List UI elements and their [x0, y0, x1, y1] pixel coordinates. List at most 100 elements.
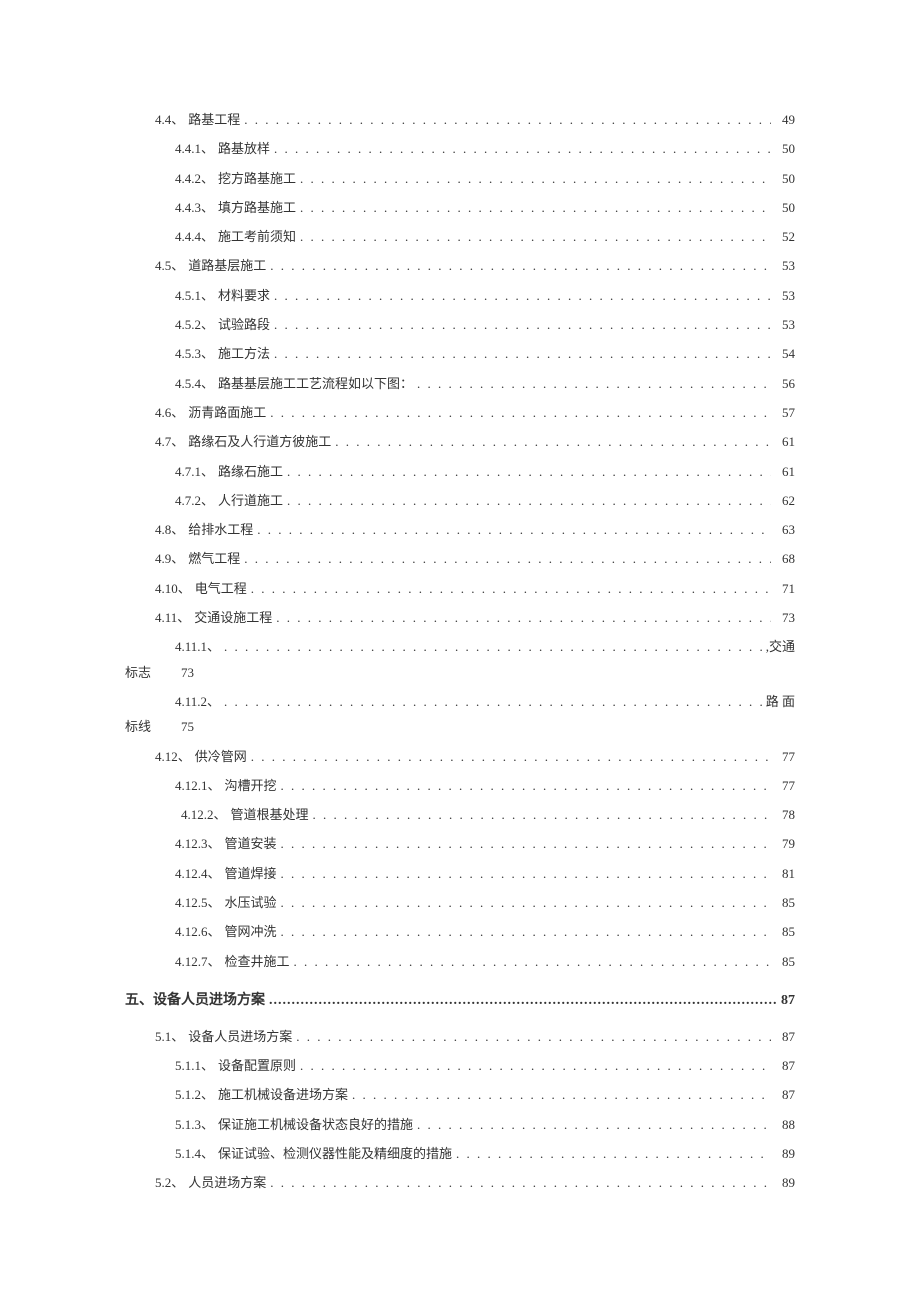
toc-entry-title: 施工机械设备进场方案 — [218, 1085, 348, 1106]
toc-dots — [300, 227, 771, 248]
toc-entry-title: 路基基层施工工艺流程如以下图： — [218, 374, 413, 395]
toc-entry-title: 材料要求 — [218, 286, 270, 307]
toc-page-number: 79 — [775, 834, 795, 855]
toc-page-number: 89 — [775, 1144, 795, 1165]
toc-entry: 4.8、给排水工程63 — [125, 520, 795, 541]
toc-entry-number: 4.5.1、 — [175, 286, 214, 307]
toc-page-number: 85 — [775, 893, 795, 914]
toc-page-number: 49 — [775, 110, 795, 131]
toc-entry: 4.7.2、人行道施工62 — [125, 491, 795, 512]
toc-entry: 4.12.2、管道根基处理78 — [125, 805, 795, 826]
toc-dots — [335, 432, 771, 453]
toc-entry-title: 水压试验 — [225, 893, 277, 914]
toc-entry-number: 5.2、 — [155, 1173, 184, 1194]
toc-entry-number: 4.4.4、 — [175, 227, 214, 248]
toc-entry-title: 人行道施工 — [218, 491, 283, 512]
toc-page-number: 87 — [781, 990, 795, 1012]
toc-entry: 5.1.3、保证施工机械设备状态良好的措施 88 — [125, 1115, 795, 1136]
toc-page-number: 89 — [775, 1173, 795, 1194]
toc-entry: 5.1、设备人员进场方案87 — [125, 1027, 795, 1048]
toc-dots — [257, 520, 771, 541]
toc-entry-number: 4.4.1、 — [175, 139, 214, 160]
table-of-contents: 4.4、路基工程494.4.1、路基放样504.4.2、挖方路基施工504.4.… — [125, 110, 795, 1194]
toc-dots — [294, 952, 771, 973]
toc-dots — [244, 110, 771, 131]
toc-entry-title: 供冷管网 — [195, 747, 247, 768]
toc-entry-title: 人员进场方案 — [188, 1173, 266, 1194]
toc-entry-number: 4.12.7、 — [175, 952, 221, 973]
toc-entry-number: 4.10、 — [155, 579, 191, 600]
toc-dots — [224, 637, 762, 658]
toc-entry-number: 5.1、 — [155, 1027, 184, 1048]
toc-entry-title: 施工考前须知 — [218, 227, 296, 248]
toc-entry: 5.2、人员进场方案 89 — [125, 1173, 795, 1194]
toc-section-heading: 五、设备人员进场方案 87 — [125, 990, 795, 1012]
toc-entry: 4.5.4、路基基层施工工艺流程如以下图：56 — [125, 374, 795, 395]
toc-entry-title: 保证施工机械设备状态良好的措施 — [218, 1115, 413, 1136]
toc-dots — [417, 1115, 771, 1136]
toc-entry-number: 4.7、 — [155, 432, 184, 453]
toc-page-number: 53 — [775, 315, 795, 336]
toc-entry: 4.12.1、沟槽开挖77 — [125, 776, 795, 797]
toc-dots — [251, 579, 771, 600]
toc-page-number: 68 — [775, 549, 795, 570]
toc-dots — [270, 1173, 771, 1194]
toc-entry: 4.5.2、试验路段53 — [125, 315, 795, 336]
toc-page-number: 57 — [775, 403, 795, 424]
toc-entry-title: 施工方法 — [218, 344, 270, 365]
toc-page-number: 88 — [775, 1115, 795, 1136]
toc-wrap-title: 标志 — [125, 663, 151, 684]
toc-page-number: 85 — [775, 922, 795, 943]
toc-entry-title: 路基工程 — [188, 110, 240, 131]
toc-dots — [281, 922, 771, 943]
toc-page-number: 87 — [775, 1056, 795, 1077]
toc-page-number: 77 — [775, 776, 795, 797]
toc-entry-title: 交通设施工程 — [194, 608, 272, 629]
toc-dots — [281, 834, 771, 855]
toc-page-number: 62 — [775, 491, 795, 512]
toc-entry: 4.4、路基工程49 — [125, 110, 795, 131]
toc-heading-title: 五、设备人员进场方案 — [125, 990, 265, 1012]
toc-entry: 4.12.7、检查井施工85 — [125, 952, 795, 973]
toc-entry: 4.4.1、路基放样50 — [125, 139, 795, 160]
toc-entry-number: 4.12.6、 — [175, 922, 221, 943]
toc-entry-title: 保证试验、检测仪器性能及精细度的措施 — [218, 1144, 452, 1165]
toc-dots — [270, 403, 771, 424]
toc-entry-title: 管道根基处理 — [231, 805, 309, 826]
toc-page-number: 50 — [775, 169, 795, 190]
toc-page-number: 73 — [181, 663, 194, 684]
toc-entry-number: 5.1.3、 — [175, 1115, 214, 1136]
toc-page-number: 50 — [775, 139, 795, 160]
toc-page-number: 61 — [775, 462, 795, 483]
toc-page-number: 53 — [775, 286, 795, 307]
toc-entry-number: 4.5、 — [155, 256, 184, 277]
toc-dots — [281, 864, 771, 885]
toc-page-number: 53 — [775, 256, 795, 277]
toc-entry: 4.5.1、材料要求 53 — [125, 286, 795, 307]
toc-page-number: 78 — [775, 805, 795, 826]
toc-dots — [300, 198, 771, 219]
toc-entry: 4.6、沥青路面施工 57 — [125, 403, 795, 424]
toc-entry-number: 4.5.4、 — [175, 374, 214, 395]
toc-entry-number: 4.4.2、 — [175, 169, 214, 190]
toc-entry-number: 4.12.3、 — [175, 834, 221, 855]
toc-page-number: 50 — [775, 198, 795, 219]
toc-dots — [269, 990, 777, 1012]
toc-entry: 4.12.4、管道焊接81 — [125, 864, 795, 885]
toc-page-number: 52 — [775, 227, 795, 248]
toc-entry: 4.9、燃气工程68 — [125, 549, 795, 570]
toc-entry-number: 4.8、 — [155, 520, 184, 541]
toc-entry-number: 4.11、 — [155, 608, 190, 629]
toc-dots — [287, 462, 771, 483]
toc-entry-title: 燃气工程 — [188, 549, 240, 570]
toc-entry-number: 4.12.5、 — [175, 893, 221, 914]
toc-entry-title: 道路基层施工 — [188, 256, 266, 277]
toc-page-number: 77 — [775, 747, 795, 768]
toc-entry-title: 管网冲洗 — [225, 922, 277, 943]
toc-entry-title: 设备人员进场方案 — [188, 1027, 292, 1048]
toc-dots — [300, 1056, 771, 1077]
toc-wrap-title: 标线 — [125, 717, 151, 738]
toc-entry: 4.12、供冷管网 77 — [125, 747, 795, 768]
toc-dots — [281, 893, 771, 914]
toc-entry-title: 沟槽开挖 — [225, 776, 277, 797]
